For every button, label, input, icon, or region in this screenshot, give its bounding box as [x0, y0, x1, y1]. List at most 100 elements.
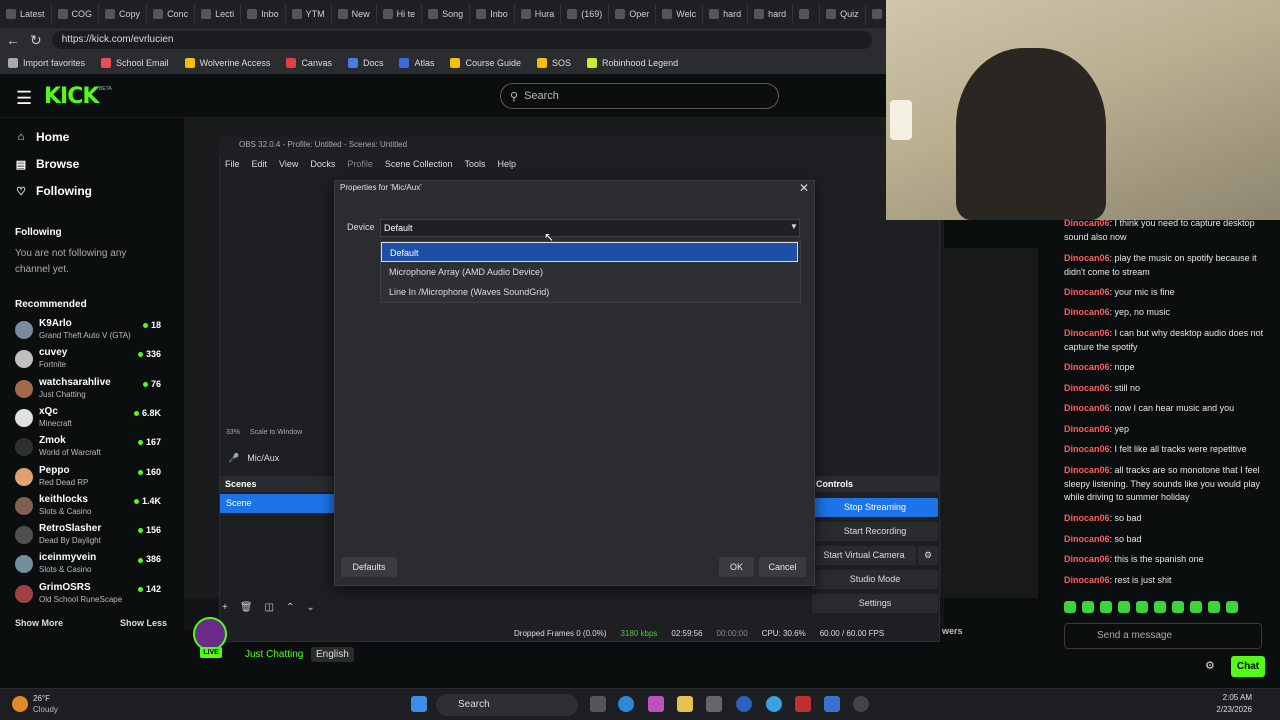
- nav-home[interactable]: ⌂ Home: [15, 130, 70, 144]
- edge-icon[interactable]: [618, 696, 634, 712]
- recommended-channel[interactable]: watchsarahlive Just Chatting 76: [15, 377, 165, 405]
- chat-username[interactable]: Dinocan06: [1064, 383, 1110, 393]
- nav-following[interactable]: ♡ Following: [15, 184, 92, 198]
- browser-tab[interactable]: Welc: [656, 3, 704, 25]
- emote-icon[interactable]: [1190, 601, 1202, 613]
- recommended-channel[interactable]: cuvey Fortnite 336: [15, 347, 165, 375]
- recommended-channel[interactable]: xQc Minecraft 6.8K: [15, 406, 165, 434]
- browser-tab[interactable]: YTM: [286, 3, 332, 25]
- browser-tab[interactable]: hard: [703, 3, 749, 25]
- obs-menu-item[interactable]: Help: [497, 159, 516, 169]
- recommended-channel[interactable]: GrimOSRS Old School RuneScape 142: [15, 582, 165, 610]
- clock-date[interactable]: 2/23/2026: [1200, 705, 1252, 714]
- settings-button[interactable]: Settings: [812, 594, 938, 613]
- chat-username[interactable]: Dinocan06: [1064, 554, 1110, 564]
- file-explorer-icon[interactable]: [677, 696, 693, 712]
- browser-tab[interactable]: Song: [422, 3, 471, 25]
- browser-tab[interactable]: Oper: [609, 3, 657, 25]
- emote-icon[interactable]: [1100, 601, 1112, 613]
- recommended-channel[interactable]: iceinmyvein Slots & Casino 386: [15, 552, 165, 580]
- browser-tab[interactable]: RSyn: [866, 3, 886, 25]
- chat-send-button[interactable]: Chat: [1231, 656, 1265, 677]
- browser-tab[interactable]: Hura: [515, 3, 562, 25]
- chat-username[interactable]: Dinocan06: [1064, 465, 1110, 475]
- obs-menu-item[interactable]: Tools: [464, 159, 485, 169]
- show-more-button[interactable]: Show More: [15, 618, 63, 628]
- recommended-channel[interactable]: Peppo Red Dead RP 160: [15, 465, 165, 493]
- chat-username[interactable]: Dinocan06: [1064, 362, 1110, 372]
- browser-tab[interactable]: Conc: [147, 3, 196, 25]
- search-input[interactable]: ⚲ Search: [500, 83, 779, 109]
- recommended-channel[interactable]: K9Arlo Grand Theft Auto V (GTA) 18: [15, 318, 165, 346]
- chat-username[interactable]: Dinocan06: [1064, 328, 1110, 338]
- obs-menu-item[interactable]: View: [279, 159, 298, 169]
- scene-list-item[interactable]: Scene: [220, 494, 334, 513]
- bookmark-item[interactable]: School Email: [101, 58, 169, 68]
- bookmark-item[interactable]: Import favorites: [8, 58, 85, 68]
- bookmark-item[interactable]: Course Guide: [450, 58, 521, 68]
- show-less-button[interactable]: Show Less: [120, 618, 167, 628]
- recommended-channel[interactable]: Zmok World of Warcraft 167: [15, 435, 165, 463]
- emote-icon[interactable]: [1064, 601, 1076, 613]
- chat-username[interactable]: Dinocan06: [1064, 424, 1110, 434]
- obs-menu-item[interactable]: Profile: [347, 159, 373, 169]
- start-icon[interactable]: [411, 696, 427, 712]
- emote-icon[interactable]: [1208, 601, 1220, 613]
- browser-tab[interactable]: Copy: [99, 3, 148, 25]
- bookmark-item[interactable]: Robinhood Legend: [587, 58, 678, 68]
- browser-tab[interactable]: hard: [748, 3, 794, 25]
- chat-username[interactable]: Dinocan06: [1064, 575, 1110, 585]
- close-icon[interactable]: ✕: [799, 181, 809, 195]
- virtual-camera-gear-icon[interactable]: ⚙: [918, 546, 938, 565]
- studio-mode-button[interactable]: Studio Mode: [812, 570, 938, 589]
- device-option-default[interactable]: Default: [381, 242, 798, 262]
- emote-icon[interactable]: [1226, 601, 1238, 613]
- cancel-button[interactable]: Cancel: [759, 557, 806, 577]
- bookmark-item[interactable]: Atlas: [399, 58, 434, 68]
- emote-icon[interactable]: [1154, 601, 1166, 613]
- device-option-mic-array[interactable]: Microphone Array (AMD Audio Device): [381, 262, 798, 282]
- bookmark-item[interactable]: SOS: [537, 58, 571, 68]
- browser-tab[interactable]: Inbo: [241, 3, 286, 25]
- start-recording-button[interactable]: Start Recording: [812, 522, 938, 541]
- emote-icon[interactable]: [1082, 601, 1094, 613]
- chat-username[interactable]: Dinocan06: [1064, 307, 1110, 317]
- browser-tab[interactable]: Inbo: [470, 3, 515, 25]
- chat-username[interactable]: Dinocan06: [1064, 287, 1110, 297]
- nav-browse[interactable]: ▤ Browse: [15, 157, 80, 171]
- bookmark-item[interactable]: Wolverine Access: [184, 58, 270, 68]
- send-message-input[interactable]: Send a message: [1064, 623, 1262, 649]
- defaults-button[interactable]: Defaults: [341, 557, 397, 577]
- browser-tab[interactable]: New: [332, 3, 377, 25]
- chat-username[interactable]: Dinocan06: [1064, 534, 1110, 544]
- bookmark-item[interactable]: Docs: [347, 58, 383, 68]
- start-virtual-camera-button[interactable]: Start Virtual Camera: [812, 546, 916, 565]
- recommended-channel[interactable]: keithlocks Slots & Casino 1.4K: [15, 494, 165, 522]
- down-icon[interactable]: ⌄: [306, 602, 314, 616]
- store-icon[interactable]: [706, 696, 722, 712]
- chat-settings-gear-icon[interactable]: ⚙: [1205, 659, 1215, 672]
- browser-tab[interactable]: Latest: [0, 3, 52, 25]
- taskbar-search[interactable]: Search: [436, 694, 578, 716]
- url-field[interactable]: https://kick.com/evrlucien: [51, 31, 872, 49]
- mcafee-icon[interactable]: [795, 696, 811, 712]
- emote-icon[interactable]: [1136, 601, 1148, 613]
- hp-icon[interactable]: [736, 696, 752, 712]
- obs-icon[interactable]: [853, 696, 869, 712]
- chat-username[interactable]: Dinocan06: [1064, 513, 1110, 523]
- add-icon[interactable]: +: [222, 602, 228, 616]
- back-icon[interactable]: ←: [6, 32, 20, 48]
- chat-username[interactable]: Dinocan06: [1064, 444, 1110, 454]
- browser-tab[interactable]: Hi te: [377, 3, 423, 25]
- chat-username[interactable]: Dinocan06: [1064, 253, 1110, 263]
- language-tag[interactable]: English: [311, 647, 354, 662]
- bookmark-item[interactable]: Canvas: [286, 58, 332, 68]
- recommended-channel[interactable]: RetroSlasher Dead By Daylight 156: [15, 523, 165, 551]
- audio-source-row[interactable]: 🎤 Mic/Aux: [220, 448, 332, 468]
- delete-icon[interactable]: 🗑: [240, 602, 253, 616]
- obs-menu-item[interactable]: File: [225, 159, 240, 169]
- browser-tab[interactable]: (169): [561, 3, 610, 25]
- device-dropdown[interactable]: Default: [380, 219, 800, 237]
- chat-username[interactable]: Dinocan06: [1064, 218, 1110, 228]
- hamburger-menu-icon[interactable]: ☰: [16, 88, 32, 109]
